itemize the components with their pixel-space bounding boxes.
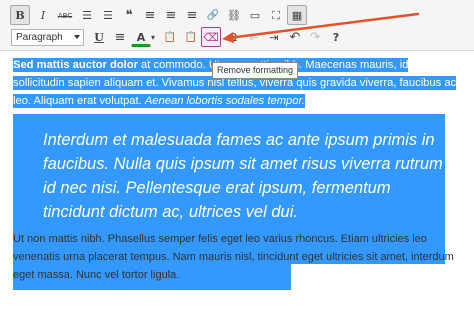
- blockquote-icon: ❝: [125, 8, 133, 23]
- undo-button[interactable]: ↶: [285, 27, 305, 47]
- align-left-icon: ≡: [144, 8, 156, 23]
- align-right-icon: ≡: [186, 8, 198, 23]
- paste-text-icon: 📋: [163, 32, 177, 43]
- numbered-list-button[interactable]: ☰: [98, 5, 118, 25]
- bold-text: Sed mattis auctor dolor: [13, 59, 138, 71]
- bold-icon: B: [15, 9, 25, 22]
- indent-icon: ⇥: [269, 31, 279, 44]
- wysiwyg-editor: B I ABC ☰ ☰ ❝ ≡ ≡ ≡ 🔗 ⛓ ▭ ⛶ ▦ Paragraph …: [0, 0, 474, 313]
- paragraph-plain: Ut non mattis nibh. Phasellus semper fel…: [13, 233, 454, 281]
- align-center-button[interactable]: ≡: [161, 5, 181, 25]
- redo-button[interactable]: ↷: [305, 27, 325, 47]
- outdent-button[interactable]: ⇤: [244, 27, 264, 47]
- more-tag-icon: ▭: [249, 9, 261, 22]
- bullet-list-icon: ☰: [82, 9, 92, 22]
- undo-icon: ↶: [289, 30, 301, 45]
- format-select-value: Paragraph: [16, 32, 63, 43]
- editor-toolbar: B I ABC ☰ ☰ ❝ ≡ ≡ ≡ 🔗 ⛓ ▭ ⛶ ▦ Paragraph …: [0, 0, 474, 51]
- toolbar-toggle-button[interactable]: ▦: [287, 5, 307, 25]
- remove-formatting-icon: ⌫: [203, 31, 219, 44]
- italic-button[interactable]: I: [33, 5, 53, 25]
- fullscreen-button[interactable]: ⛶: [266, 5, 286, 25]
- strikethrough-button[interactable]: ABC: [55, 5, 75, 25]
- help-button[interactable]: ?: [326, 27, 346, 47]
- underline-button[interactable]: U: [89, 27, 109, 47]
- more-tag-button[interactable]: ▭: [245, 5, 265, 25]
- align-right-button[interactable]: ≡: [182, 5, 202, 25]
- insert-link-button[interactable]: 🔗: [203, 5, 223, 25]
- outdent-icon: ⇤: [249, 31, 259, 44]
- numbered-list-icon: ☰: [103, 9, 113, 22]
- toolbar-toggle-icon: ▦: [291, 9, 303, 22]
- chevron-down-icon: ▾: [150, 33, 155, 42]
- remove-formatting-button[interactable]: ⌫: [201, 27, 221, 47]
- redo-icon: ↷: [309, 30, 321, 45]
- text-color-icon: A: [136, 31, 146, 44]
- paste-text-button[interactable]: 📋: [160, 27, 180, 47]
- paste-word-icon: 📋: [184, 32, 198, 43]
- unlink-icon: ⛓: [227, 9, 241, 22]
- fullscreen-icon: ⛶: [272, 9, 280, 22]
- text-color-dropdown[interactable]: ▾: [148, 27, 158, 47]
- italic-icon: I: [40, 9, 46, 22]
- underline-icon: U: [94, 31, 104, 44]
- bullet-list-button[interactable]: ☰: [77, 5, 97, 25]
- special-character-button[interactable]: Ω: [223, 27, 243, 47]
- italic-text: Aenean lobortis sodales tempor.: [144, 95, 305, 107]
- align-left-button[interactable]: ≡: [140, 5, 160, 25]
- paragraph-format-select[interactable]: Paragraph: [11, 29, 84, 46]
- help-icon: ?: [332, 31, 340, 44]
- bold-button[interactable]: B: [10, 5, 30, 25]
- unlink-button[interactable]: ⛓: [224, 5, 244, 25]
- indent-button[interactable]: ⇥: [264, 27, 284, 47]
- paste-word-button[interactable]: 📋: [181, 27, 201, 47]
- special-character-icon: Ω: [228, 31, 238, 44]
- justify-button[interactable]: ≡: [110, 27, 130, 47]
- justify-icon: ≡: [114, 30, 126, 45]
- align-center-icon: ≡: [165, 8, 177, 23]
- blockquote: Interdum et malesuada fames ac ante ipsu…: [43, 131, 443, 221]
- insert-link-icon: 🔗: [206, 10, 220, 21]
- strikethrough-icon: ABC: [57, 12, 73, 20]
- tooltip: Remove formatting: [212, 62, 299, 79]
- chevron-down-icon: [74, 35, 80, 39]
- blockquote-button[interactable]: ❝: [119, 5, 139, 25]
